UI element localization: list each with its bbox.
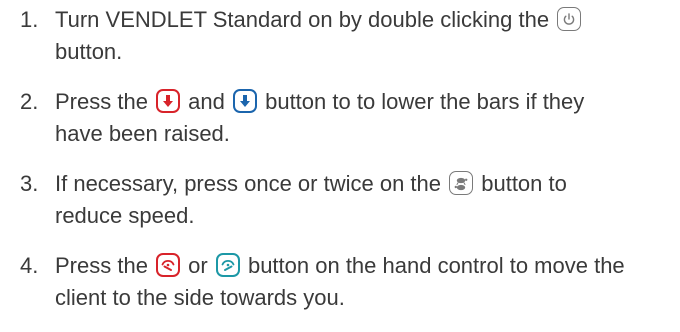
step-text-segment: button to to lower the bars if they <box>258 89 585 114</box>
step-text-segment: or <box>182 253 214 278</box>
step-text-segment: client to the side towards you. <box>55 285 345 310</box>
turtle-speed-icon <box>449 171 474 195</box>
step-line: If necessary, press once or twice on the… <box>55 168 675 200</box>
step-line: have been raised. <box>55 118 675 150</box>
step-line: button. <box>55 36 675 68</box>
step-text-segment: If necessary, press once or twice on the <box>55 171 448 196</box>
turn-side-right-icon <box>215 253 240 277</box>
step-line: reduce speed. <box>55 200 675 232</box>
step-text-segment: button on the hand control to move the <box>241 253 625 278</box>
step-text: Turn VENDLET Standard on by double click… <box>55 4 675 68</box>
step-text-segment: button to <box>475 171 567 196</box>
step-number: 1. <box>20 7 39 32</box>
step-text-segment: Press the <box>55 89 155 114</box>
step-number: 3. <box>20 171 39 196</box>
lower-bars-red-icon <box>156 89 181 113</box>
lower-bars-blue-icon <box>232 89 257 113</box>
step-line: Press the and button to to lower the bar… <box>55 86 675 118</box>
step-text-segment: reduce speed. <box>55 203 195 228</box>
power-icon <box>557 7 582 31</box>
step-number: 2. <box>20 89 39 114</box>
step-line: Press the or button on the hand control … <box>55 250 675 282</box>
step-line: client to the side towards you. <box>55 282 675 314</box>
step-number: 4. <box>20 253 39 278</box>
step-text-segment: button. <box>55 39 123 64</box>
step-text: If necessary, press once or twice on the… <box>55 168 675 232</box>
step-text-segment: and <box>182 89 231 114</box>
step-text-segment: have been raised. <box>55 121 230 146</box>
step-text-segment: Turn VENDLET Standard on by double click… <box>55 7 556 32</box>
step-text: Press the or button on the hand control … <box>55 250 675 314</box>
step-text-segment: Press the <box>55 253 155 278</box>
turn-side-left-icon <box>156 253 181 277</box>
step-text: Press the and button to to lower the bar… <box>55 86 675 150</box>
step-line: Turn VENDLET Standard on by double click… <box>55 4 675 36</box>
